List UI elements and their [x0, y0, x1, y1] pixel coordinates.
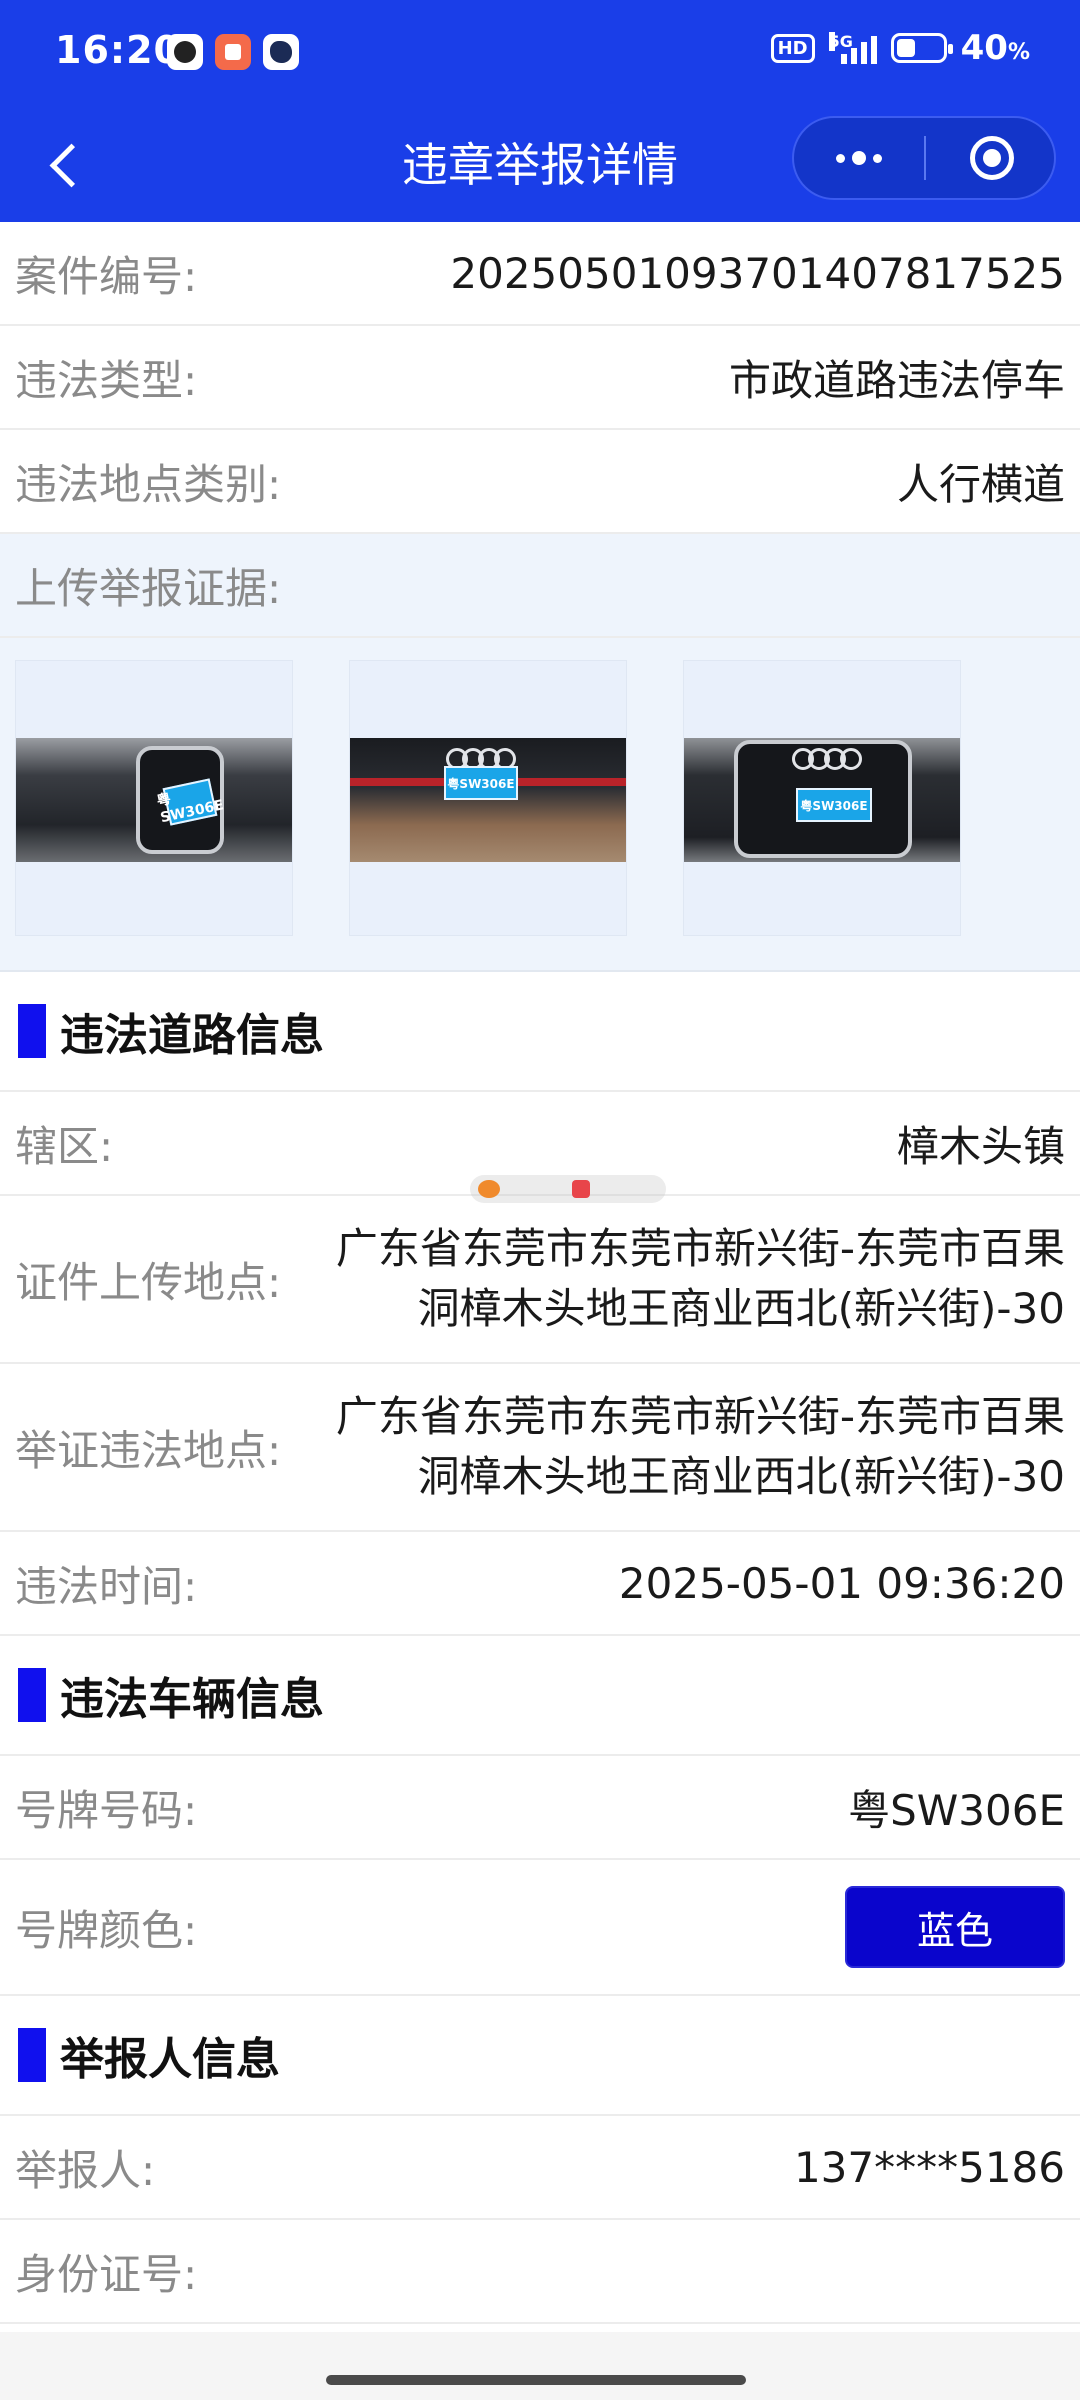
shopping-app-icon [215, 34, 251, 70]
district-value: 樟木头镇 [896, 1121, 1065, 1171]
license-plate: 粤SW306E [796, 788, 872, 822]
case-number-value: 20250501093701407817525 [450, 248, 1065, 298]
evidence-header-row: 上传举报证据: [0, 534, 1080, 638]
status-bar: 16:20 HD 5G 40% [0, 0, 1080, 108]
license-plate: 粤SW306E [444, 766, 518, 800]
id-number-row: 身份证号: [0, 2220, 1080, 2324]
signal-icon: 5G [828, 32, 877, 64]
upload-place-row: 证件上传地点: 广东省东莞市东莞市新兴街-东莞市百果洞樟木头地王商业西北(新兴街… [0, 1196, 1080, 1364]
violation-type-value: 市政道路违法停车 [728, 355, 1065, 405]
plate-color-badge: 蓝色 [845, 1886, 1065, 1968]
hd-icon: HD [770, 33, 815, 63]
battery-icon [890, 33, 953, 63]
violation-time-row: 违法时间: 2025-05-01 09:36:20 [0, 1532, 1080, 1636]
reporter-value: 137****5186 [793, 2142, 1065, 2192]
evidence-photo[interactable]: 粤SW306E [15, 660, 293, 936]
case-number-row: 案件编号: 20250501093701407817525 [0, 222, 1080, 326]
section-accent-bar [18, 1668, 46, 1722]
status-right: HD 5G 40% [770, 28, 1030, 68]
upload-place-value: 广东省东莞市东莞市新兴街-东莞市百果洞樟木头地王商业西北(新兴街)-30 [335, 1224, 1065, 1333]
evidence-photos: 粤SW306E 粤SW306E 粤SW306E [0, 638, 1080, 972]
vehicle-info-section-header: 违法车辆信息 [0, 1636, 1080, 1756]
reporter-row: 举报人: 137****5186 [0, 2116, 1080, 2220]
nav-bar: 违章举报详情 [0, 108, 1080, 222]
watermark-logo [470, 1175, 666, 1203]
bottom-area [0, 2332, 1080, 2400]
chat-app-icon [263, 34, 299, 70]
evidence-place-value: 广东省东莞市东莞市新兴街-东莞市百果洞樟木头地王商业西北(新兴街)-30 [335, 1392, 1065, 1501]
home-indicator[interactable] [326, 2375, 746, 2385]
more-dots-icon [836, 153, 845, 163]
detail-content: 案件编号: 20250501093701407817525 违法类型: 市政道路… [0, 222, 1080, 2324]
mini-program-capsule [792, 116, 1056, 200]
status-time: 16:20 [55, 28, 181, 72]
section-accent-bar [18, 1004, 46, 1058]
section-title: 举报人信息 [60, 2034, 280, 2085]
battery-percent: 40% [960, 28, 1030, 68]
plate-number-row: 号牌号码: 粤SW306E [0, 1756, 1080, 1860]
plate-number-value: 粤SW306E [848, 1785, 1065, 1835]
road-info-section-header: 违法道路信息 [0, 972, 1080, 1092]
top-bar: 16:20 HD 5G 40% 违章举报详情 [0, 0, 1080, 222]
network-type: 5G [828, 32, 853, 51]
capsule-divider [924, 136, 926, 180]
place-type-row: 违法地点类别: 人行横道 [0, 430, 1080, 534]
close-mini-program-button[interactable] [970, 136, 1014, 180]
reporter-info-section-header: 举报人信息 [0, 1996, 1080, 2116]
evidence-photo[interactable]: 粤SW306E [683, 660, 961, 936]
violation-type-row: 违法类型: 市政道路违法停车 [0, 326, 1080, 430]
evidence-photo[interactable]: 粤SW306E [349, 660, 627, 936]
clock-app-icon [167, 34, 203, 70]
section-accent-bar [18, 2028, 46, 2082]
notification-icons [167, 34, 299, 70]
plate-color-row: 号牌颜色: 蓝色 [0, 1860, 1080, 1996]
battery-level [896, 39, 915, 57]
more-button[interactable] [794, 118, 924, 198]
section-title: 违法车辆信息 [60, 1674, 324, 1725]
violation-time-value: 2025-05-01 09:36:20 [618, 1558, 1065, 1608]
place-type-value: 人行横道 [896, 459, 1065, 509]
section-title: 违法道路信息 [60, 1010, 324, 1061]
evidence-place-row: 举证违法地点: 广东省东莞市东莞市新兴街-东莞市百果洞樟木头地王商业西北(新兴街… [0, 1364, 1080, 1532]
